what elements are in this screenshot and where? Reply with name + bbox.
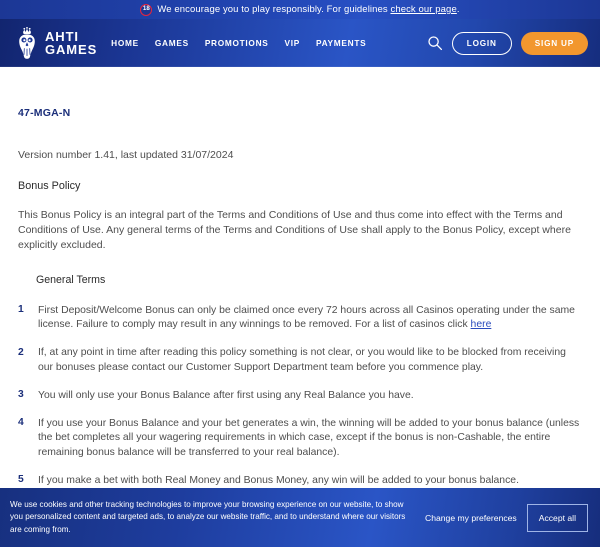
cookie-consent-text: We use cookies and other tracking techno… — [10, 499, 406, 534]
responsible-gaming-message: We encourage you to play responsibly. Fo… — [157, 4, 459, 15]
list-item-text: You will only use your Bonus Balance aft… — [38, 389, 414, 401]
responsible-gaming-text: We encourage you to play responsibly. Fo… — [157, 4, 391, 15]
18-plus-icon: 18 — [140, 3, 153, 16]
version-line: Version number 1.41, last updated 31/07/… — [18, 149, 234, 161]
nav-item-games[interactable]: GAMES — [155, 38, 189, 48]
list-item: 1 First Deposit/Welcome Bonus can only b… — [18, 304, 582, 334]
intro-paragraph: This Bonus Policy is an integral part of… — [18, 209, 571, 251]
responsible-gaming-period: . — [456, 4, 460, 15]
logo-line-2: GAMES — [45, 42, 98, 57]
list-item-text: If you use your Bonus Balance and your b… — [38, 417, 580, 459]
nav-item-promotions[interactable]: PROMOTIONS — [205, 38, 269, 48]
site-logo[interactable]: AHTI GAMES — [14, 27, 97, 59]
main-navigation: HOME GAMES PROMOTIONS VIP PAYMENTS — [111, 38, 427, 48]
list-item: 3 You will only use your Bonus Balance a… — [18, 389, 582, 404]
list-item-number: 3 — [18, 389, 24, 401]
list-item-number: 2 — [18, 346, 24, 358]
nav-item-home[interactable]: HOME — [111, 38, 139, 48]
list-item: 2 If, at any point in time after reading… — [18, 346, 582, 376]
list-item-text: If, at any point in time after reading t… — [38, 347, 566, 374]
check-our-page-link[interactable]: check our page — [390, 4, 456, 15]
list-item-number: 4 — [18, 417, 24, 429]
list-item: 5 If you make a bet with both Real Money… — [18, 474, 582, 489]
list-item-body: First Deposit/Welcome Bonus can only be … — [38, 304, 575, 331]
login-button[interactable]: LOGIN — [451, 31, 512, 55]
site-logo-text: AHTI GAMES — [45, 28, 98, 57]
search-icon[interactable] — [427, 35, 443, 51]
signup-button[interactable]: SIGN UP — [520, 31, 588, 55]
nav-item-vip[interactable]: VIP — [285, 38, 300, 48]
ahti-owl-logo-icon — [19, 27, 35, 59]
site-header: AHTI GAMES HOME GAMES PROMOTIONS VIP PAY… — [0, 19, 600, 67]
header-actions: LOGIN SIGN UP — [427, 31, 588, 55]
main-content: 47-MGA-N Version number 1.41, last updat… — [0, 67, 600, 547]
cookie-consent-banner: We use cookies and other tracking techno… — [0, 488, 600, 547]
list-item-text: First Deposit/Welcome Bonus can only be … — [38, 304, 582, 334]
page-root: 18 We encourage you to play responsibly.… — [0, 0, 600, 547]
list-item-number: 1 — [18, 304, 24, 316]
nav-item-payments[interactable]: PAYMENTS — [316, 38, 366, 48]
page-title: Bonus Policy — [18, 180, 81, 192]
list-item: 4 If you use your Bonus Balance and your… — [18, 417, 582, 461]
accept-all-button[interactable]: Accept all — [526, 503, 588, 532]
document-reference: 47-MGA-N — [18, 107, 71, 119]
responsible-gaming-banner: 18 We encourage you to play responsibly.… — [0, 0, 600, 19]
list-item-number: 5 — [18, 474, 24, 486]
logo-line-1: AHTI — [45, 28, 79, 44]
change-preferences-button[interactable]: Change my preferences — [425, 513, 517, 523]
casino-list-link[interactable]: here — [471, 319, 492, 330]
subsection-title: General Terms — [36, 273, 106, 286]
list-item-text: If you make a bet with both Real Money a… — [38, 474, 519, 486]
18-plus-label: 18 — [142, 5, 150, 13]
